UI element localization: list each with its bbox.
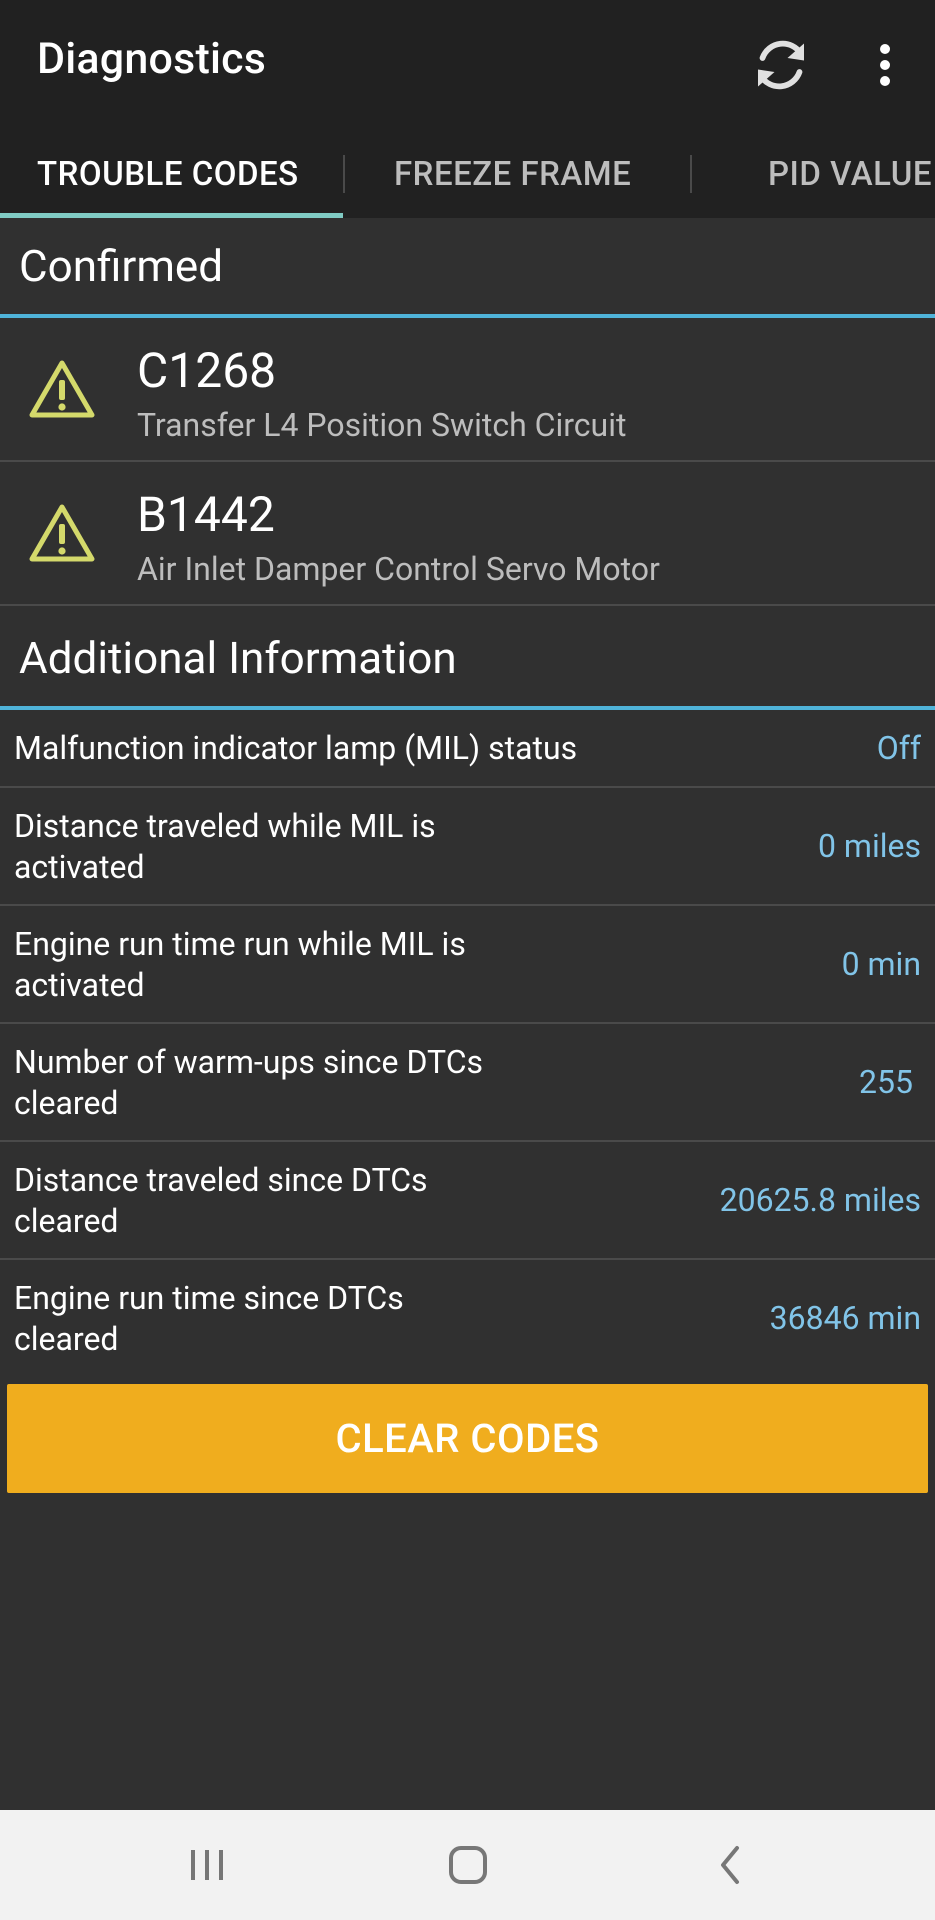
info-label: Engine run time since DTCs cleared	[14, 1279, 404, 1358]
info-row-distance-mil: Distance traveled while MIL is activated…	[0, 788, 935, 906]
info-row-runtime-mil: Engine run time run while MIL is activat…	[0, 906, 935, 1024]
tab-divider	[690, 155, 692, 193]
system-nav-bar	[0, 1810, 935, 1920]
refresh-icon	[758, 40, 804, 90]
section-title: Additional Information	[19, 632, 457, 684]
info-label: Distance traveled while MIL is activated	[14, 807, 436, 886]
tab-freeze-frame[interactable]: FREEZE FRAME	[394, 130, 631, 218]
dtc-row[interactable]: C1268 Transfer L4 Position Switch Circui…	[0, 318, 935, 462]
info-value: 0 miles	[817, 827, 921, 865]
info-row-warmups: Number of warm-ups since DTCs cleared 25…	[0, 1024, 935, 1142]
additional-info-section-header: Additional Information	[0, 610, 935, 710]
section-title: Confirmed	[19, 240, 224, 292]
info-row-mil-status: Malfunction indicator lamp (MIL) status …	[0, 710, 935, 788]
home-button[interactable]	[428, 1828, 508, 1902]
tab-divider	[343, 155, 345, 193]
dtc-description: Transfer L4 Position Switch Circuit	[137, 406, 627, 444]
dtc-description: Air Inlet Damper Control Servo Motor	[137, 550, 660, 588]
warning-icon	[29, 504, 95, 562]
info-row-runtime-cleared: Engine run time since DTCs cleared 36846…	[0, 1260, 935, 1378]
toolbar: Diagnostics	[0, 0, 935, 130]
clear-codes-button[interactable]: CLEAR CODES	[7, 1384, 928, 1493]
more-vert-icon	[880, 44, 890, 86]
info-value: 0 min	[841, 945, 921, 983]
info-value: 36846 min	[769, 1299, 921, 1337]
confirmed-section-header: Confirmed	[0, 218, 935, 318]
info-label: Engine run time run while MIL is activat…	[14, 925, 466, 1004]
info-value: Off	[876, 729, 921, 767]
tab-pid-value[interactable]: PID VALUE	[768, 130, 932, 218]
refresh-button[interactable]	[741, 25, 821, 105]
info-label: Number of warm-ups since DTCs cleared	[14, 1043, 484, 1122]
back-icon	[721, 1846, 739, 1884]
tab-trouble-codes[interactable]: TROUBLE CODES	[37, 130, 299, 218]
back-button[interactable]	[690, 1828, 770, 1902]
info-row-distance-cleared: Distance traveled since DTCs cleared 206…	[0, 1142, 935, 1260]
dtc-code: B1442	[137, 486, 275, 543]
more-options-button[interactable]	[845, 25, 925, 105]
home-icon	[449, 1846, 487, 1884]
info-label: Malfunction indicator lamp (MIL) status	[14, 729, 578, 767]
recents-button[interactable]	[167, 1828, 247, 1902]
info-value: 20625.8 miles	[719, 1181, 921, 1219]
info-value: 255	[859, 1063, 913, 1101]
tab-bar: TROUBLE CODES FREEZE FRAME PID VALUE	[0, 130, 935, 218]
dtc-row[interactable]: B1442 Air Inlet Damper Control Servo Mot…	[0, 462, 935, 606]
app-root: Diagnostics TROUBLE CODES FREEZE FRAME P…	[0, 0, 935, 1920]
recents-icon	[191, 1850, 223, 1880]
warning-icon	[29, 360, 95, 418]
dtc-code: C1268	[137, 342, 277, 399]
info-label: Distance traveled since DTCs cleared	[14, 1161, 428, 1240]
page-title: Diagnostics	[37, 34, 267, 84]
